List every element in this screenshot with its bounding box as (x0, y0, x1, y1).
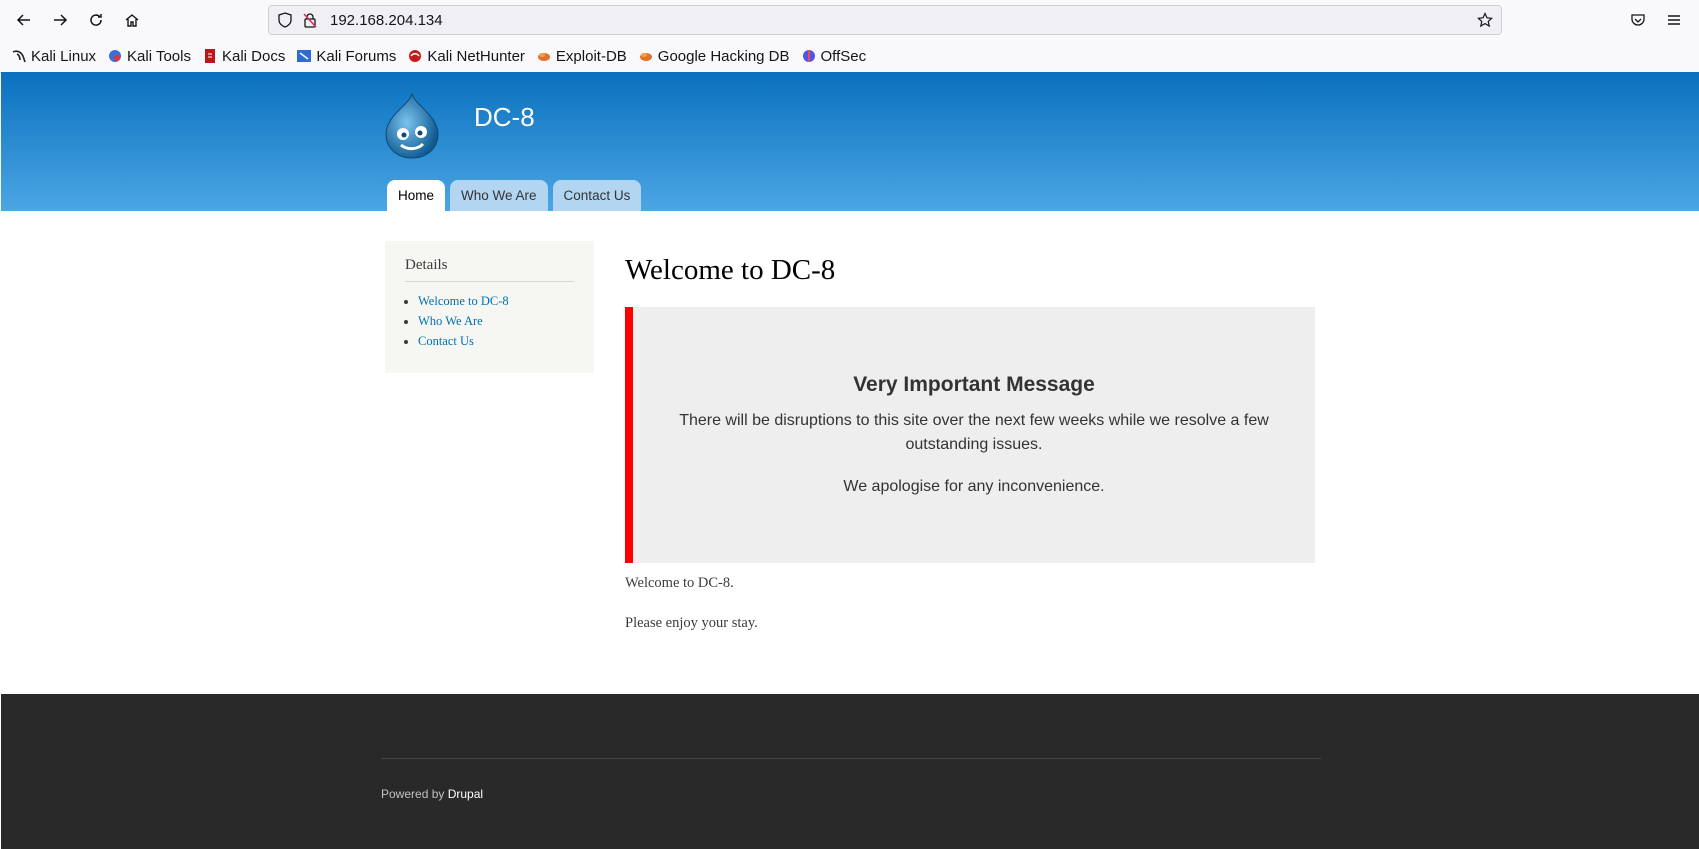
message-text: There will be disruptions to this site o… (679, 412, 1269, 453)
kali-docs-icon (204, 49, 215, 63)
bookmark-ghdb[interactable]: Google Hacking DB (639, 48, 790, 65)
tab-home[interactable]: Home (387, 180, 446, 211)
body-paragraph: Welcome to DC-8. (625, 575, 734, 591)
message-heading: Very Important Message (853, 373, 1095, 396)
page-title: Welcome to DC-8 (625, 254, 836, 286)
site-footer: Powered by Drupal (1, 694, 1699, 849)
bookmark-label: Kali Linux (31, 47, 97, 65)
bookmark-kali-tools[interactable]: Kali Tools (108, 48, 191, 65)
bookmark-label: Kali Forums (316, 47, 397, 65)
pocket-button[interactable] (1624, 6, 1652, 34)
list-item: Who We Are (418, 314, 574, 329)
bookmark-offsec[interactable]: OffSec (802, 47, 867, 65)
browser-toolbar: 192.168.204.134 Kali Linux Kali Tools Ka… (0, 0, 1699, 73)
bookmark-label: Google Hacking DB (657, 47, 790, 65)
bookmark-kali-linux[interactable]: Kali Linux (12, 48, 96, 65)
drupal-logo-icon[interactable] (382, 92, 442, 160)
exploit-db-icon (537, 53, 550, 61)
site-header (1, 72, 1699, 211)
reload-icon (90, 14, 102, 26)
bookmark-exploit-db[interactable]: Exploit-DB (537, 48, 627, 65)
bookmark-kali-forums[interactable]: Kali Forums (297, 48, 396, 65)
kali-tools-icon (109, 50, 122, 62)
bookmark-label: Kali Tools (127, 47, 191, 65)
bookmark-label: OffSec (820, 47, 867, 65)
url-bar[interactable]: 192.168.204.134 (268, 5, 1502, 35)
arrow-left-icon (16, 14, 30, 26)
shield-icon[interactable] (277, 12, 293, 28)
home-button[interactable] (118, 6, 146, 34)
footer-powered-by: Powered by (381, 787, 445, 801)
offsec-icon (802, 50, 815, 62)
home-icon (125, 14, 139, 27)
kali-nethunter-icon (409, 50, 422, 62)
footer-divider (381, 758, 1321, 759)
hamburger-menu-icon (1668, 15, 1680, 25)
insecure-lock-icon[interactable] (302, 12, 318, 28)
list-item: Contact Us (418, 334, 574, 349)
sidebar-link-list: Welcome to DC-8 Who We Are Contact Us (405, 294, 574, 349)
bookmark-kali-nethunter[interactable]: Kali NetHunter (408, 48, 525, 65)
sidebar-link-who-we-are[interactable]: Who We Are (418, 314, 483, 328)
kali-forums-icon (297, 50, 312, 62)
sidebar-title: Details (405, 257, 574, 282)
bookmark-label: Kali Docs (221, 47, 286, 65)
bookmarks-toolbar: Kali Linux Kali Tools Kali Docs Kali For… (0, 42, 1699, 70)
tab-who-we-are[interactable]: Who We Are (450, 180, 548, 211)
list-item: Welcome to DC-8 (418, 294, 574, 309)
bookmark-kali-docs[interactable]: Kali Docs (203, 48, 285, 65)
footer-drupal-link[interactable]: Drupal (448, 787, 483, 801)
back-button[interactable] (10, 6, 38, 34)
menu-button[interactable] (1660, 6, 1688, 34)
bookmark-star-icon[interactable] (1477, 12, 1493, 28)
important-message-box: Very Important Message There will be dis… (625, 307, 1315, 563)
site-name[interactable]: DC-8 (474, 102, 535, 133)
bookmark-label: Exploit-DB (555, 47, 627, 65)
forward-button[interactable] (46, 6, 74, 34)
sidebar-link-contact-us[interactable]: Contact Us (418, 334, 474, 348)
ghdb-icon (639, 53, 652, 61)
sidebar-details-block: Details Welcome to DC-8 Who We Are Conta… (385, 241, 594, 373)
tab-contact-us[interactable]: Contact Us (552, 180, 642, 211)
url-text[interactable]: 192.168.204.134 (330, 12, 443, 29)
arrow-right-icon (54, 14, 68, 26)
kali-dragon-icon (12, 50, 26, 63)
footer-credit: Powered by Drupal (381, 787, 483, 801)
pocket-icon (1631, 14, 1645, 26)
sidebar-link-welcome[interactable]: Welcome to DC-8 (418, 294, 509, 308)
body-paragraph: Please enjoy your stay. (625, 615, 758, 631)
message-apology: We apologise for any inconvenience. (843, 478, 1105, 495)
main-menu: Home Who We Are Contact Us (387, 180, 646, 211)
reload-button[interactable] (82, 6, 110, 34)
bookmark-label: Kali NetHunter (427, 47, 525, 65)
